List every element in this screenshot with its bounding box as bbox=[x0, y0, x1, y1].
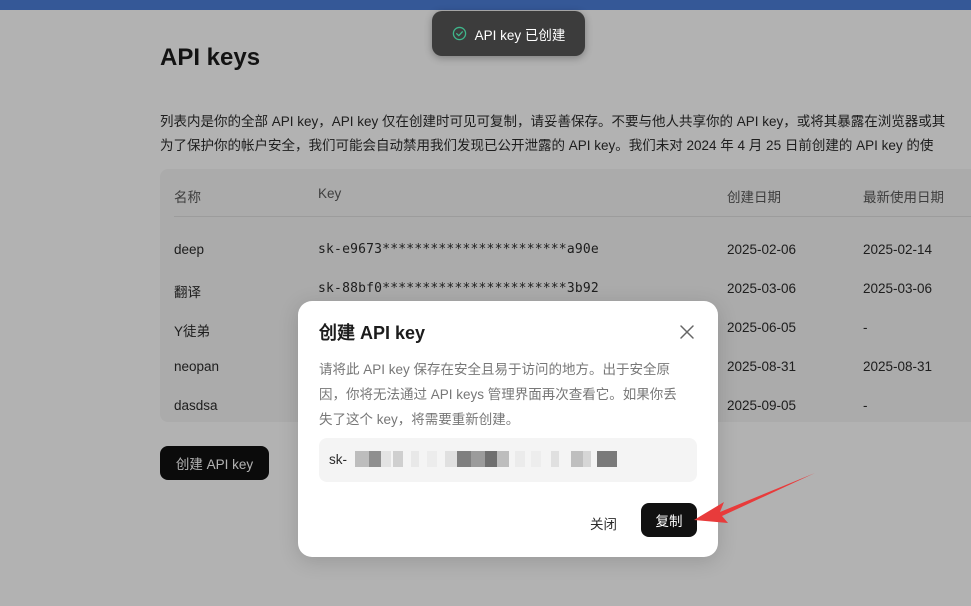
api-key-display[interactable]: sk- bbox=[319, 438, 697, 482]
key-prefix: sk- bbox=[329, 452, 347, 467]
dialog-message: 请将此 API key 保存在安全且易于访问的地方。出于安全原 因，你将无法通过… bbox=[319, 357, 699, 432]
dialog-message-line: 请将此 API key 保存在安全且易于访问的地方。出于安全原 bbox=[319, 362, 671, 377]
annotation-arrow bbox=[694, 473, 815, 523]
toast-notification: API key 已创建 bbox=[432, 11, 585, 56]
dialog-message-line: 因，你将无法通过 API keys 管理界面再次查看它。如果你丢 bbox=[319, 387, 677, 402]
toast-text: API key 已创建 bbox=[474, 27, 566, 43]
close-icon[interactable] bbox=[678, 323, 696, 341]
dialog-message-line: 失了这个 key，将需要重新创建。 bbox=[319, 412, 520, 427]
create-key-dialog: 创建 API key 请将此 API key 保存在安全且易于访问的地方。出于安… bbox=[298, 301, 718, 557]
close-button[interactable]: 关闭 bbox=[584, 512, 623, 534]
dialog-title: 创建 API key bbox=[319, 323, 426, 343]
check-circle-icon bbox=[452, 26, 466, 41]
copy-button[interactable]: 复制 bbox=[641, 503, 697, 537]
